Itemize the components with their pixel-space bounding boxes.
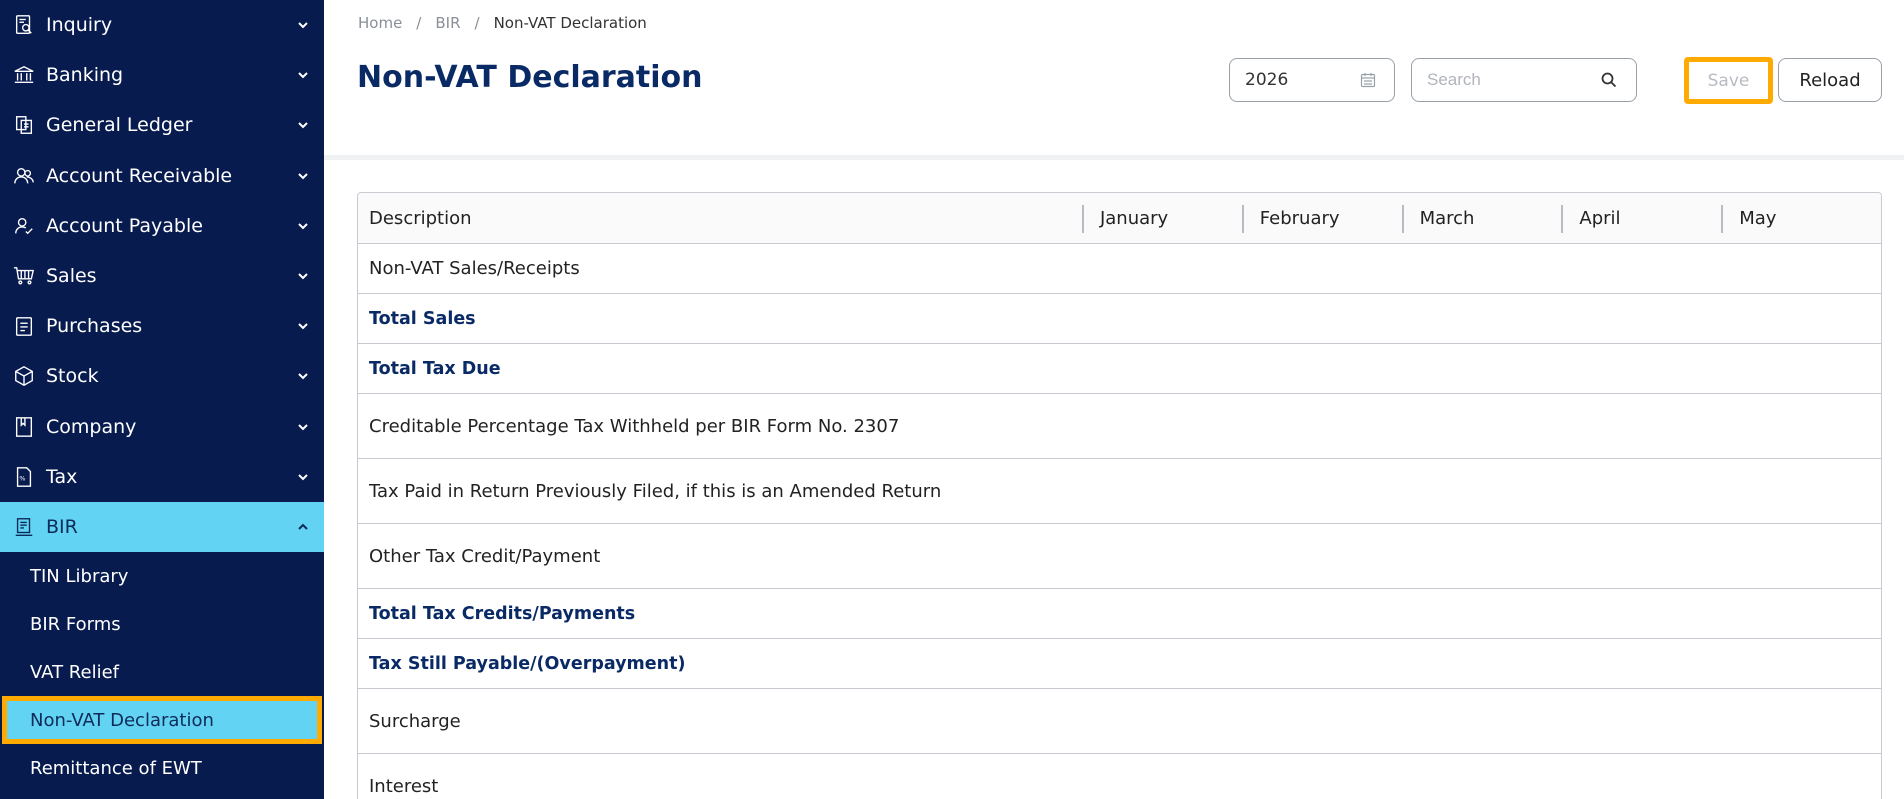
breadcrumb-home[interactable]: Home [358,14,402,32]
sidebar-item-bir[interactable]: BIR [0,501,324,553]
cart-icon [12,264,36,288]
table-row: Interest [358,754,1881,799]
chevron-down-icon [296,319,310,333]
chevron-down-icon [296,420,310,434]
chevron-down-icon [296,68,310,82]
sidebar-item-label: Stock [46,365,99,388]
page-title: Non-VAT Declaration [357,60,703,95]
clipboard-icon [12,314,36,338]
sidebar-item-label: General Ledger [46,114,193,137]
payable-icon [12,214,36,238]
header-divider [324,155,1904,160]
breadcrumb: Home / BIR / Non-VAT Declaration [358,14,647,32]
sidebar-item-label: Company [46,415,137,438]
sidebar-item-label: Banking [46,64,124,87]
table-row-total: Total Tax Due [358,344,1881,394]
sidebar-item-account-receivable[interactable]: Account Receivable [0,151,324,201]
svg-text:%: % [19,474,25,482]
year-value: 2026 [1245,70,1289,90]
box-icon [12,364,36,388]
breadcrumb-separator: / [474,14,480,32]
column-header-description[interactable]: Description [358,193,1082,243]
search-input[interactable] [1427,70,1577,90]
column-header-january[interactable]: January [1081,193,1242,243]
sidebar-item-label: Tax [46,465,78,488]
chevron-down-icon [296,18,310,32]
sidebar-subitem-tin-library[interactable]: TIN Library [0,552,324,600]
sidebar-item-inquiry[interactable]: Inquiry [0,0,324,50]
sidebar-item-label: Account Receivable [46,164,233,187]
column-header-may[interactable]: May [1721,193,1881,243]
column-header-april[interactable]: April [1561,193,1721,243]
calendar-icon[interactable] [1360,72,1376,88]
sidebar-item-label: Purchases [46,315,143,338]
main-content: Home / BIR / Non-VAT Declaration Non-VAT… [324,0,1904,799]
table-row-total: Total Tax Credits/Payments [358,589,1881,639]
sidebar-item-sales[interactable]: Sales [0,251,324,301]
sidebar-item-account-payable[interactable]: Account Payable [0,201,324,251]
column-header-february[interactable]: February [1241,193,1402,243]
reload-button[interactable]: Reload [1778,58,1882,102]
sidebar-subitem-vat-relief[interactable]: VAT Relief [0,648,324,696]
chevron-down-icon [296,169,310,183]
chevron-down-icon [296,369,310,383]
sidebar-item-label: Sales [46,265,97,288]
app-root: Inquiry Banking General Ledger Account R… [0,0,1904,799]
sidebar: Inquiry Banking General Ledger Account R… [0,0,324,799]
table-row: Creditable Percentage Tax Withheld per B… [358,394,1881,459]
sidebar-subitem-non-vat-declaration[interactable]: Non-VAT Declaration [2,696,322,745]
table-row: Surcharge [358,689,1881,754]
sidebar-item-label: BIR [46,515,78,538]
breadcrumb-separator: / [416,14,422,32]
sidebar-item-label: Inquiry [46,14,113,37]
sidebar-item-general-ledger[interactable]: General Ledger [0,100,324,150]
breadcrumb-current: Non-VAT Declaration [493,14,647,32]
declaration-table: Description January February March April… [357,192,1882,799]
sidebar-subitem-bir-forms[interactable]: BIR Forms [0,600,324,648]
sidebar-item-tax[interactable]: % Tax [0,452,324,502]
sidebar-item-purchases[interactable]: Purchases [0,301,324,351]
sidebar-item-stock[interactable]: Stock [0,351,324,401]
bir-icon [12,515,36,539]
chevron-up-icon [296,520,310,534]
sidebar-item-label: Account Payable [46,214,203,237]
sidebar-item-banking[interactable]: Banking [0,50,324,100]
chevron-down-icon [296,269,310,283]
search-icon[interactable] [1600,71,1618,89]
receivable-icon [12,164,36,188]
tax-icon: % [12,465,36,489]
chevron-down-icon [296,118,310,132]
sidebar-item-company[interactable]: Company [0,402,324,452]
search-field[interactable] [1411,58,1637,102]
column-header-march[interactable]: March [1401,193,1562,243]
ledger-icon [12,113,36,137]
save-button[interactable]: Save [1684,57,1773,104]
sidebar-subitem-remittance-of-ewt[interactable]: Remittance of EWT [0,744,324,792]
table-row: Other Tax Credit/Payment [358,524,1881,589]
chevron-down-icon [296,219,310,233]
table-row: Non-VAT Sales/Receipts [358,244,1881,294]
year-picker[interactable]: 2026 [1229,58,1395,102]
breadcrumb-bir[interactable]: BIR [435,14,460,32]
chevron-down-icon [296,470,310,484]
inquiry-icon [12,13,36,37]
table-row-total: Tax Still Payable/(Overpayment) [358,639,1881,689]
table-row: Tax Paid in Return Previously Filed, if … [358,459,1881,524]
table-header: Description January February March April… [358,193,1881,244]
bank-icon [12,63,36,87]
book-icon [12,415,36,439]
table-row-total: Total Sales [358,294,1881,344]
